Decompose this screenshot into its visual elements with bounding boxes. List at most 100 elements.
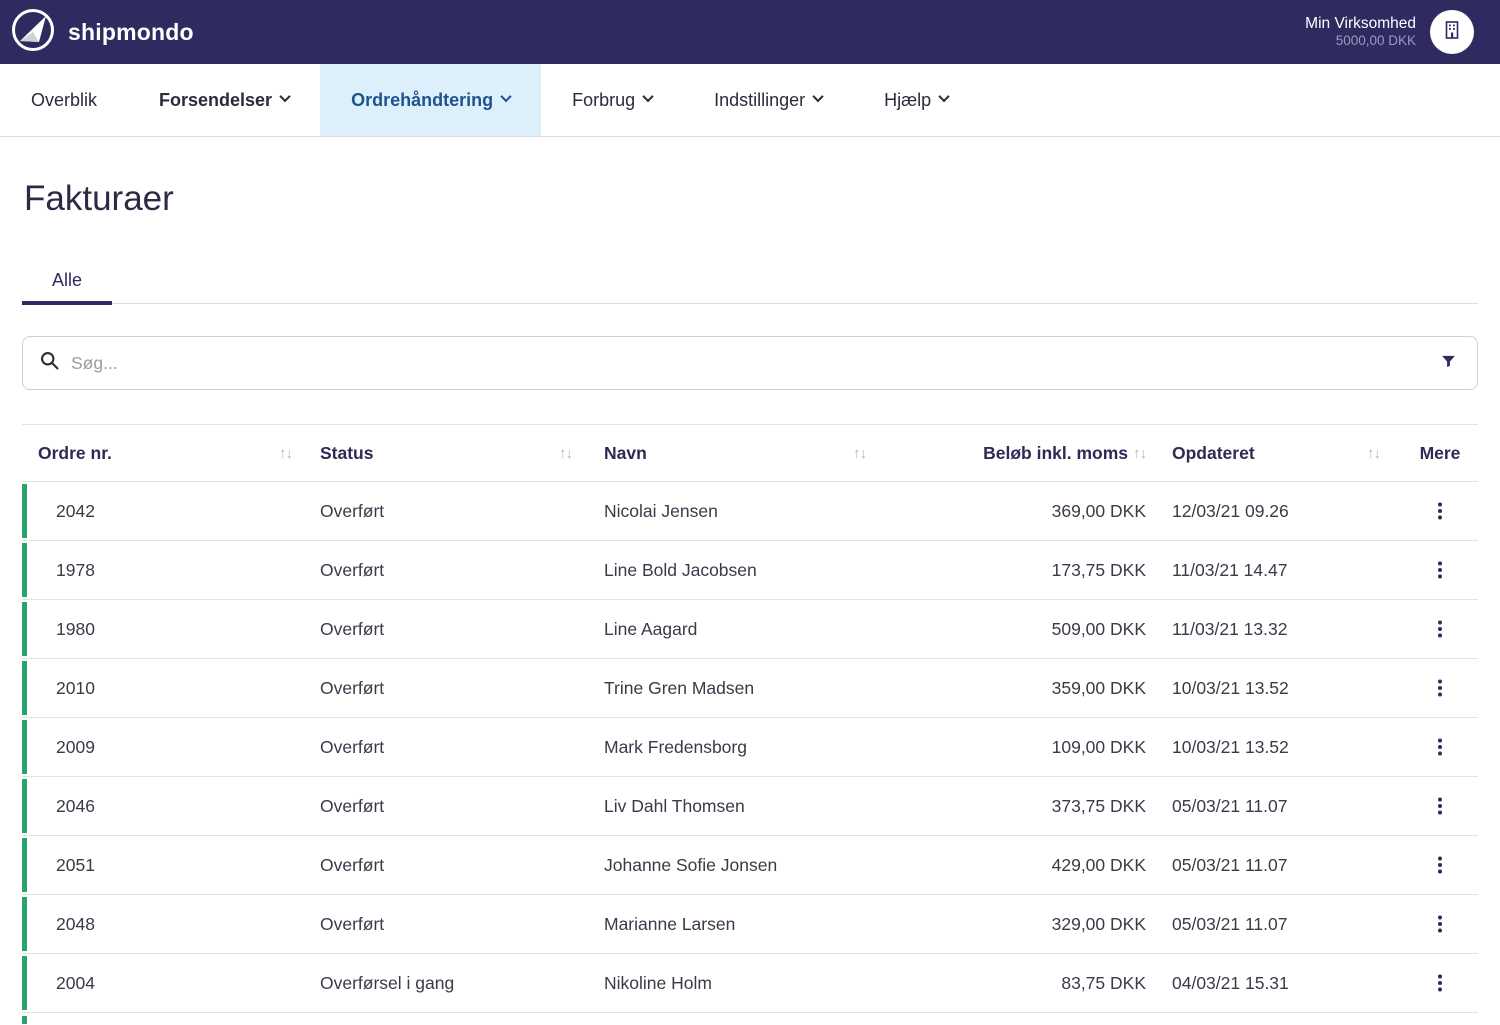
cell-name: Line Aagard [588, 619, 896, 640]
tab-bar: Alle [22, 257, 1478, 304]
kebab-menu-icon [1438, 686, 1442, 690]
cell-name: Marianne Larsen [588, 914, 896, 935]
cell-status: Overførsel i gang [304, 973, 588, 994]
table-row[interactable]: 2046 Overført Liv Dahl Thomsen 373,75 DK… [22, 776, 1478, 835]
sort-icon[interactable]: ↑↓ [559, 445, 572, 462]
chevron-down-icon [939, 91, 950, 102]
cell-name: Line Bold Jacobsen [588, 560, 896, 581]
cell-order: 2009 [22, 737, 304, 758]
table-header-row: Ordre nr. ↑↓ Status ↑↓ Navn ↑↓ Beløb ink… [22, 425, 1478, 481]
cell-updated: 05/03/21 11.07 [1146, 914, 1402, 935]
sort-icon[interactable]: ↑↓ [1367, 445, 1380, 462]
cell-order: 2048 [22, 914, 304, 935]
chevron-down-icon [500, 91, 511, 102]
column-header-mere: Mere [1420, 443, 1461, 464]
cell-status: Overført [304, 560, 588, 581]
cell-updated: 04/03/21 15.31 [1146, 973, 1402, 994]
nav-item-label: Hjælp [884, 90, 931, 111]
cell-updated: 10/03/21 13.52 [1146, 737, 1402, 758]
top-bar: shipmondo Min Virksomhed 5000,00 DKK [0, 0, 1500, 64]
search-bar [22, 336, 1478, 390]
cell-name: Johanne Sofie Jonsen [588, 855, 896, 876]
company-balance: 5000,00 DKK [1305, 33, 1416, 50]
table-row[interactable]: 2004 Overførsel i gang Nikoline Holm 83,… [22, 953, 1478, 1012]
row-menu-button[interactable] [1428, 975, 1452, 991]
nav-item-forbrug[interactable]: Forbrug [541, 64, 683, 136]
cell-updated: 05/03/21 11.07 [1146, 855, 1402, 876]
table-row[interactable]: 2048 Overført Marianne Larsen 329,00 DKK… [22, 894, 1478, 953]
tab-alle[interactable]: Alle [22, 257, 112, 303]
main-nav: Overblik Forsendelser Ordrehåndtering Fo… [0, 64, 1500, 137]
cell-updated: 12/03/21 09.26 [1146, 501, 1402, 522]
company-avatar[interactable] [1430, 10, 1474, 54]
building-icon [1441, 19, 1463, 46]
cell-updated: 11/03/21 14.47 [1146, 560, 1402, 581]
cell-name: Trine Gren Madsen [588, 678, 896, 699]
chevron-down-icon [279, 91, 290, 102]
table-row[interactable]: 1980 Overført Line Aagard 509,00 DKK 11/… [22, 599, 1478, 658]
kebab-menu-icon [1438, 981, 1442, 985]
row-menu-button[interactable] [1428, 857, 1452, 873]
column-header-beloeb: Beløb inkl. moms [983, 443, 1128, 464]
column-header-status: Status [320, 443, 373, 464]
cell-order: 2042 [22, 501, 304, 522]
kebab-menu-icon [1438, 922, 1442, 926]
nav-item-forsendelser[interactable]: Forsendelser [128, 64, 320, 136]
cell-order: 1978 [22, 560, 304, 581]
cell-status: Overført [304, 914, 588, 935]
nav-item-hjaelp[interactable]: Hjælp [853, 64, 979, 136]
nav-item-label: Overblik [31, 90, 97, 111]
filter-button[interactable] [1436, 349, 1461, 377]
row-menu-button[interactable] [1428, 621, 1452, 637]
nav-item-overblik[interactable]: Overblik [0, 64, 128, 136]
filter-funnel-icon [1440, 353, 1457, 373]
cell-amount: 83,75 DKK [896, 973, 1146, 994]
cell-name: Nikoline Holm [588, 973, 896, 994]
chevron-down-icon [642, 91, 653, 102]
kebab-menu-icon [1438, 745, 1442, 749]
table-row[interactable]: 2042 Overført Nicolai Jensen 369,00 DKK … [22, 481, 1478, 540]
cell-amount: 329,00 DKK [896, 914, 1146, 935]
brand-name: shipmondo [68, 19, 194, 46]
cell-amount: 359,00 DKK [896, 678, 1146, 699]
kebab-menu-icon [1438, 509, 1442, 513]
row-menu-button[interactable] [1428, 798, 1452, 814]
kebab-menu-icon [1438, 568, 1442, 572]
nav-item-indstillinger[interactable]: Indstillinger [683, 64, 853, 136]
table-row[interactable]: 2009 Overført Mark Fredensborg 109,00 DK… [22, 717, 1478, 776]
nav-item-label: Forbrug [572, 90, 635, 111]
cell-order: 2004 [22, 973, 304, 994]
tab-label: Alle [52, 270, 82, 291]
search-icon [39, 350, 60, 376]
row-menu-button[interactable] [1428, 503, 1452, 519]
cell-amount: 429,00 DKK [896, 855, 1146, 876]
table-row[interactable]: 1978 Overført Line Bold Jacobsen 173,75 … [22, 540, 1478, 599]
cell-status: Overført [304, 737, 588, 758]
nav-item-label: Ordrehåndtering [351, 90, 493, 111]
cell-order: 2010 [22, 678, 304, 699]
sort-icon[interactable]: ↑↓ [279, 445, 292, 462]
table-row[interactable] [22, 1012, 1478, 1024]
row-menu-button[interactable] [1428, 680, 1452, 696]
cell-amount: 369,00 DKK [896, 501, 1146, 522]
row-menu-button[interactable] [1428, 739, 1452, 755]
nav-item-label: Forsendelser [159, 90, 272, 111]
cell-status: Overført [304, 678, 588, 699]
search-input[interactable] [71, 353, 1425, 374]
invoices-table: Ordre nr. ↑↓ Status ↑↓ Navn ↑↓ Beløb ink… [22, 424, 1478, 1024]
table-row[interactable]: 2051 Overført Johanne Sofie Jonsen 429,0… [22, 835, 1478, 894]
cell-amount: 373,75 DKK [896, 796, 1146, 817]
row-menu-button[interactable] [1428, 562, 1452, 578]
cell-amount: 109,00 DKK [896, 737, 1146, 758]
cell-status: Overført [304, 619, 588, 640]
cell-order: 1980 [22, 619, 304, 640]
cell-updated: 11/03/21 13.32 [1146, 619, 1402, 640]
nav-item-ordrehaandtering[interactable]: Ordrehåndtering [320, 64, 541, 136]
column-header-navn: Navn [604, 443, 647, 464]
brand[interactable]: shipmondo [10, 7, 194, 58]
sort-icon[interactable]: ↑↓ [1133, 445, 1146, 462]
sort-icon[interactable]: ↑↓ [853, 445, 866, 462]
table-row[interactable]: 2010 Overført Trine Gren Madsen 359,00 D… [22, 658, 1478, 717]
row-menu-button[interactable] [1428, 916, 1452, 932]
cell-order: 2046 [22, 796, 304, 817]
